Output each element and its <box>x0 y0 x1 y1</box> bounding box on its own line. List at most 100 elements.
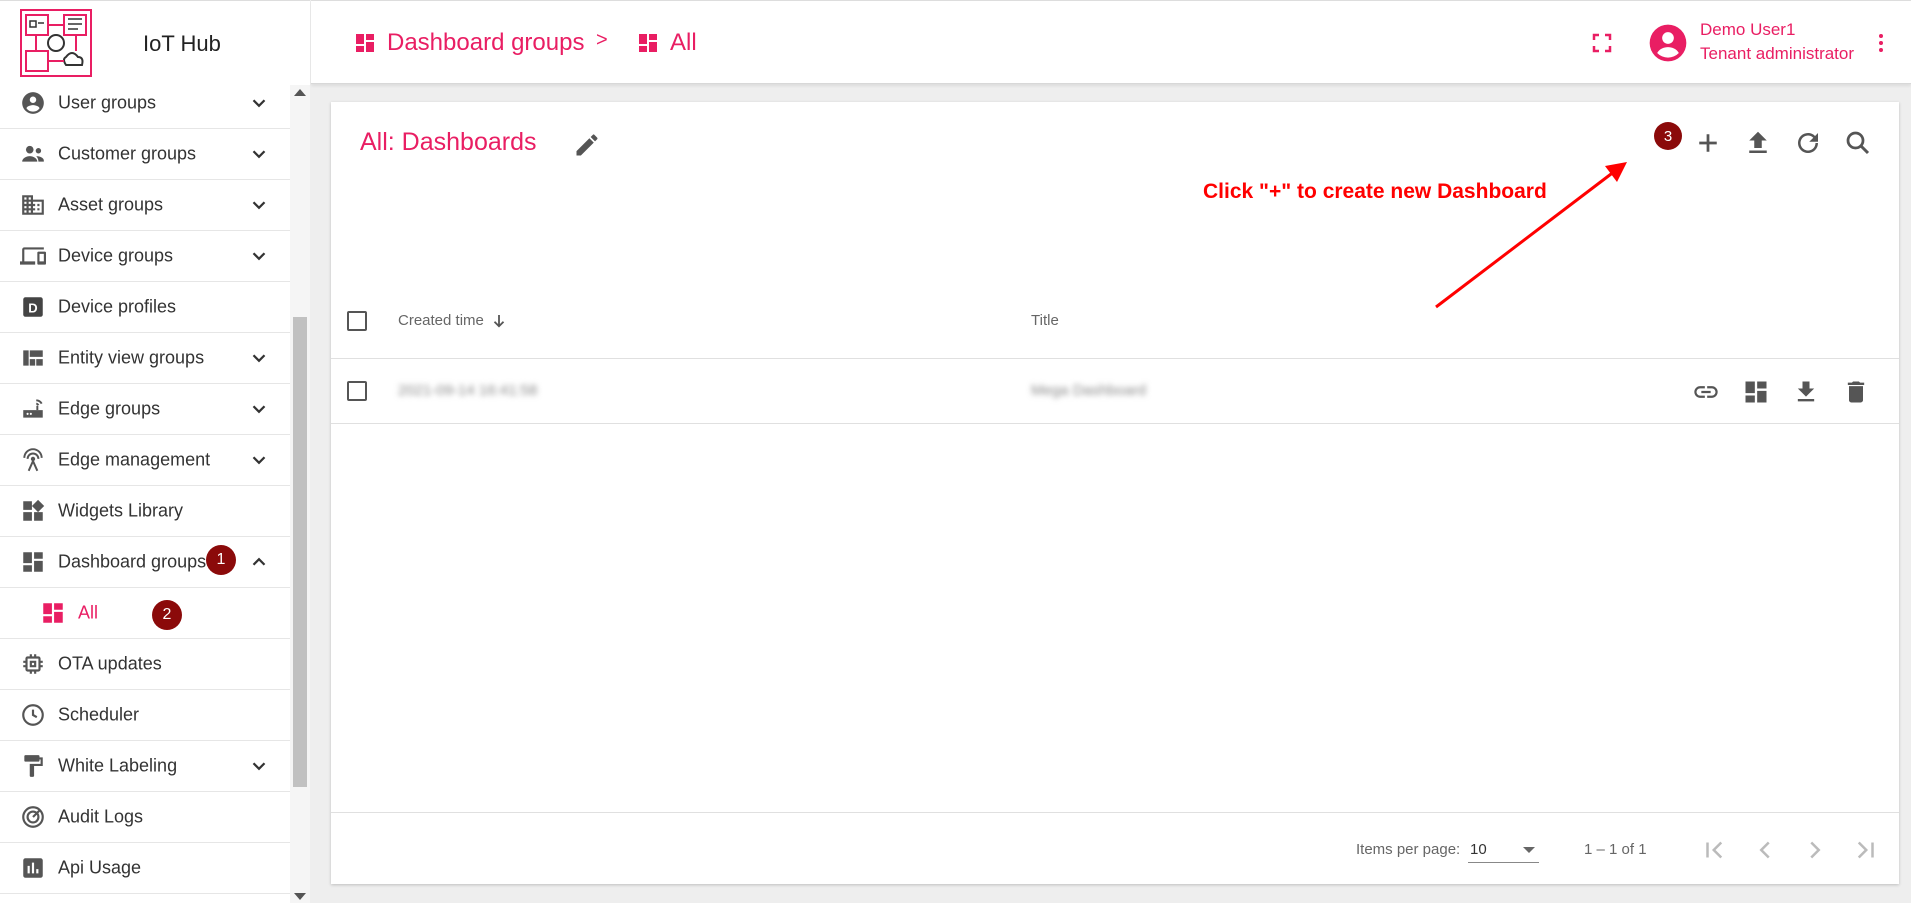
sidebar-item-label: Device groups <box>58 245 174 266</box>
chevron-down-icon[interactable] <box>248 398 270 420</box>
sidebar-scrollbar[interactable] <box>290 85 310 903</box>
sidebar-item-device-profiles[interactable]: D Device profiles <box>0 282 290 333</box>
column-created-time[interactable]: Created time <box>398 312 484 329</box>
sidebar-item-dashboard-groups[interactable]: Dashboard groups 1 <box>0 537 290 588</box>
chevron-down-icon[interactable] <box>248 755 270 777</box>
chevron-down-icon[interactable] <box>248 245 270 267</box>
sidebar-item-asset-groups[interactable]: Asset groups <box>0 180 290 231</box>
items-per-page-select[interactable]: 10 <box>1468 837 1539 863</box>
account-circle-icon <box>22 92 44 114</box>
widgets-icon <box>23 499 45 521</box>
chevron-up-icon[interactable] <box>248 551 270 573</box>
breadcrumb-all[interactable]: All <box>636 29 697 57</box>
sidebar-item-entity-view-groups[interactable]: Entity view groups <box>0 333 290 384</box>
sidebar-item-label: All <box>78 602 99 623</box>
chevron-left-icon[interactable] <box>1750 835 1780 865</box>
avatar[interactable] <box>1648 23 1688 63</box>
sidebar-item-label: Audit Logs <box>58 806 144 827</box>
step-badge: 2 <box>152 600 182 630</box>
sidebar-item-label: Edge management <box>58 449 211 470</box>
scroll-down-arrow[interactable] <box>294 893 306 900</box>
settings-input-antenna-icon <box>23 448 43 472</box>
sidebar-item-label: Scheduler <box>58 704 140 725</box>
clock-icon <box>22 704 44 726</box>
device-profile-icon: D <box>23 297 43 317</box>
chevron-down-icon[interactable] <box>248 194 270 216</box>
top-bar: Dashboard groups > All Demo User1 Tenant… <box>311 0 1911 84</box>
scroll-thumb[interactable] <box>293 317 307 787</box>
sidebar-item-ota-updates[interactable]: OTA updates <box>0 639 290 690</box>
fullscreen-icon[interactable] <box>1590 31 1614 55</box>
logo-area: IoT Hub <box>0 0 310 85</box>
dashboard-icon <box>43 603 63 623</box>
sidebar-item-edge-groups[interactable]: Edge groups <box>0 384 290 435</box>
chevron-right-icon[interactable] <box>1800 835 1830 865</box>
format-paint-icon <box>24 755 43 777</box>
edit-icon[interactable] <box>573 131 601 159</box>
sidebar-item-label: Widgets Library <box>58 500 184 521</box>
chevron-down-icon[interactable] <box>248 143 270 165</box>
insert-chart-icon <box>23 858 43 878</box>
sidebar-item-audit-logs[interactable]: Audit Logs <box>0 792 290 843</box>
table-row[interactable]: 2021-09-14 16:41:58 Mega Dashboard <box>331 358 1899 424</box>
breadcrumb-dashboard-groups[interactable]: Dashboard groups <box>353 29 584 57</box>
sidebar-item-user-groups[interactable]: User groups <box>0 78 290 129</box>
sidebar-item-label: User groups <box>58 92 157 113</box>
dashboards-card: All: Dashboards 3 Click "+" to create ne… <box>331 102 1899 884</box>
add-icon[interactable] <box>1693 128 1723 158</box>
dashboard-icon <box>23 552 43 572</box>
breadcrumb-label: All <box>670 29 697 56</box>
router-icon <box>23 399 43 418</box>
download-icon[interactable] <box>1792 378 1820 406</box>
sidebar-item-label: White Labeling <box>58 755 178 776</box>
refresh-icon[interactable] <box>1793 128 1823 158</box>
memory-icon <box>23 654 43 674</box>
link-icon[interactable] <box>1692 378 1720 406</box>
chevron-down-icon[interactable] <box>248 347 270 369</box>
breadcrumb-label: Dashboard groups <box>387 29 585 56</box>
row-checkbox[interactable] <box>347 381 367 401</box>
sidebar-menu: User groups Customer groups Asset groups… <box>0 78 290 903</box>
chevron-down-icon[interactable] <box>248 449 270 471</box>
sidebar-item-customer-groups[interactable]: Customer groups <box>0 129 290 180</box>
sidebar-item-label: OTA updates <box>58 653 162 674</box>
dashboard-icon <box>639 34 657 52</box>
select-all-checkbox[interactable] <box>347 311 367 331</box>
svg-text:D: D <box>28 300 37 315</box>
sidebar-item-widgets-library[interactable]: Widgets Library <box>0 486 290 537</box>
user-role: Tenant administrator <box>1700 44 1855 63</box>
last-page-icon[interactable] <box>1850 835 1880 865</box>
more-vert-icon[interactable] <box>1869 31 1893 55</box>
items-per-page-label: Items per page: <box>1356 841 1461 858</box>
sidebar: IoT Hub User groups Customer groups Asse… <box>0 0 310 903</box>
sidebar-item-label: Asset groups <box>58 194 164 215</box>
sidebar-item-scheduler[interactable]: Scheduler <box>0 690 290 741</box>
upload-icon[interactable] <box>1743 128 1773 158</box>
app-name: IoT Hub <box>143 31 221 56</box>
sidebar-item-label: Customer groups <box>58 143 197 164</box>
delete-icon[interactable] <box>1842 378 1870 406</box>
dashboard-icon <box>356 34 374 52</box>
paginator: Items per page: 10 1 – 1 of 1 <box>331 812 1899 884</box>
search-icon[interactable] <box>1843 128 1873 158</box>
sidebar-item-white-labeling[interactable]: White Labeling <box>0 741 290 792</box>
sidebar-item-device-groups[interactable]: Device groups <box>0 231 290 282</box>
sidebar-item-label: Entity view groups <box>58 347 205 368</box>
cell-title: Mega Dashboard <box>1031 382 1147 399</box>
scroll-up-arrow[interactable] <box>294 89 306 96</box>
sidebar-item-label: Edge groups <box>58 398 161 419</box>
sidebar-item-all[interactable]: All 2 <box>0 588 290 639</box>
sidebar-item-label: Dashboard groups <box>58 551 207 572</box>
caret-down-icon <box>1523 847 1535 853</box>
sidebar-item-api-usage[interactable]: Api Usage <box>0 843 290 894</box>
sidebar-item-edge-management[interactable]: Edge management <box>0 435 290 486</box>
chevron-down-icon[interactable] <box>248 92 270 114</box>
dashboard-icon[interactable] <box>1742 378 1770 406</box>
logo[interactable] <box>20 9 92 77</box>
arrow-down-icon[interactable] <box>490 312 508 330</box>
column-title[interactable]: Title <box>1031 312 1059 329</box>
cell-created-time: 2021-09-14 16:41:58 <box>398 382 538 399</box>
view-quilt-icon <box>23 350 43 366</box>
first-page-icon[interactable] <box>1700 835 1730 865</box>
sidebar-item-label: Api Usage <box>58 857 142 878</box>
